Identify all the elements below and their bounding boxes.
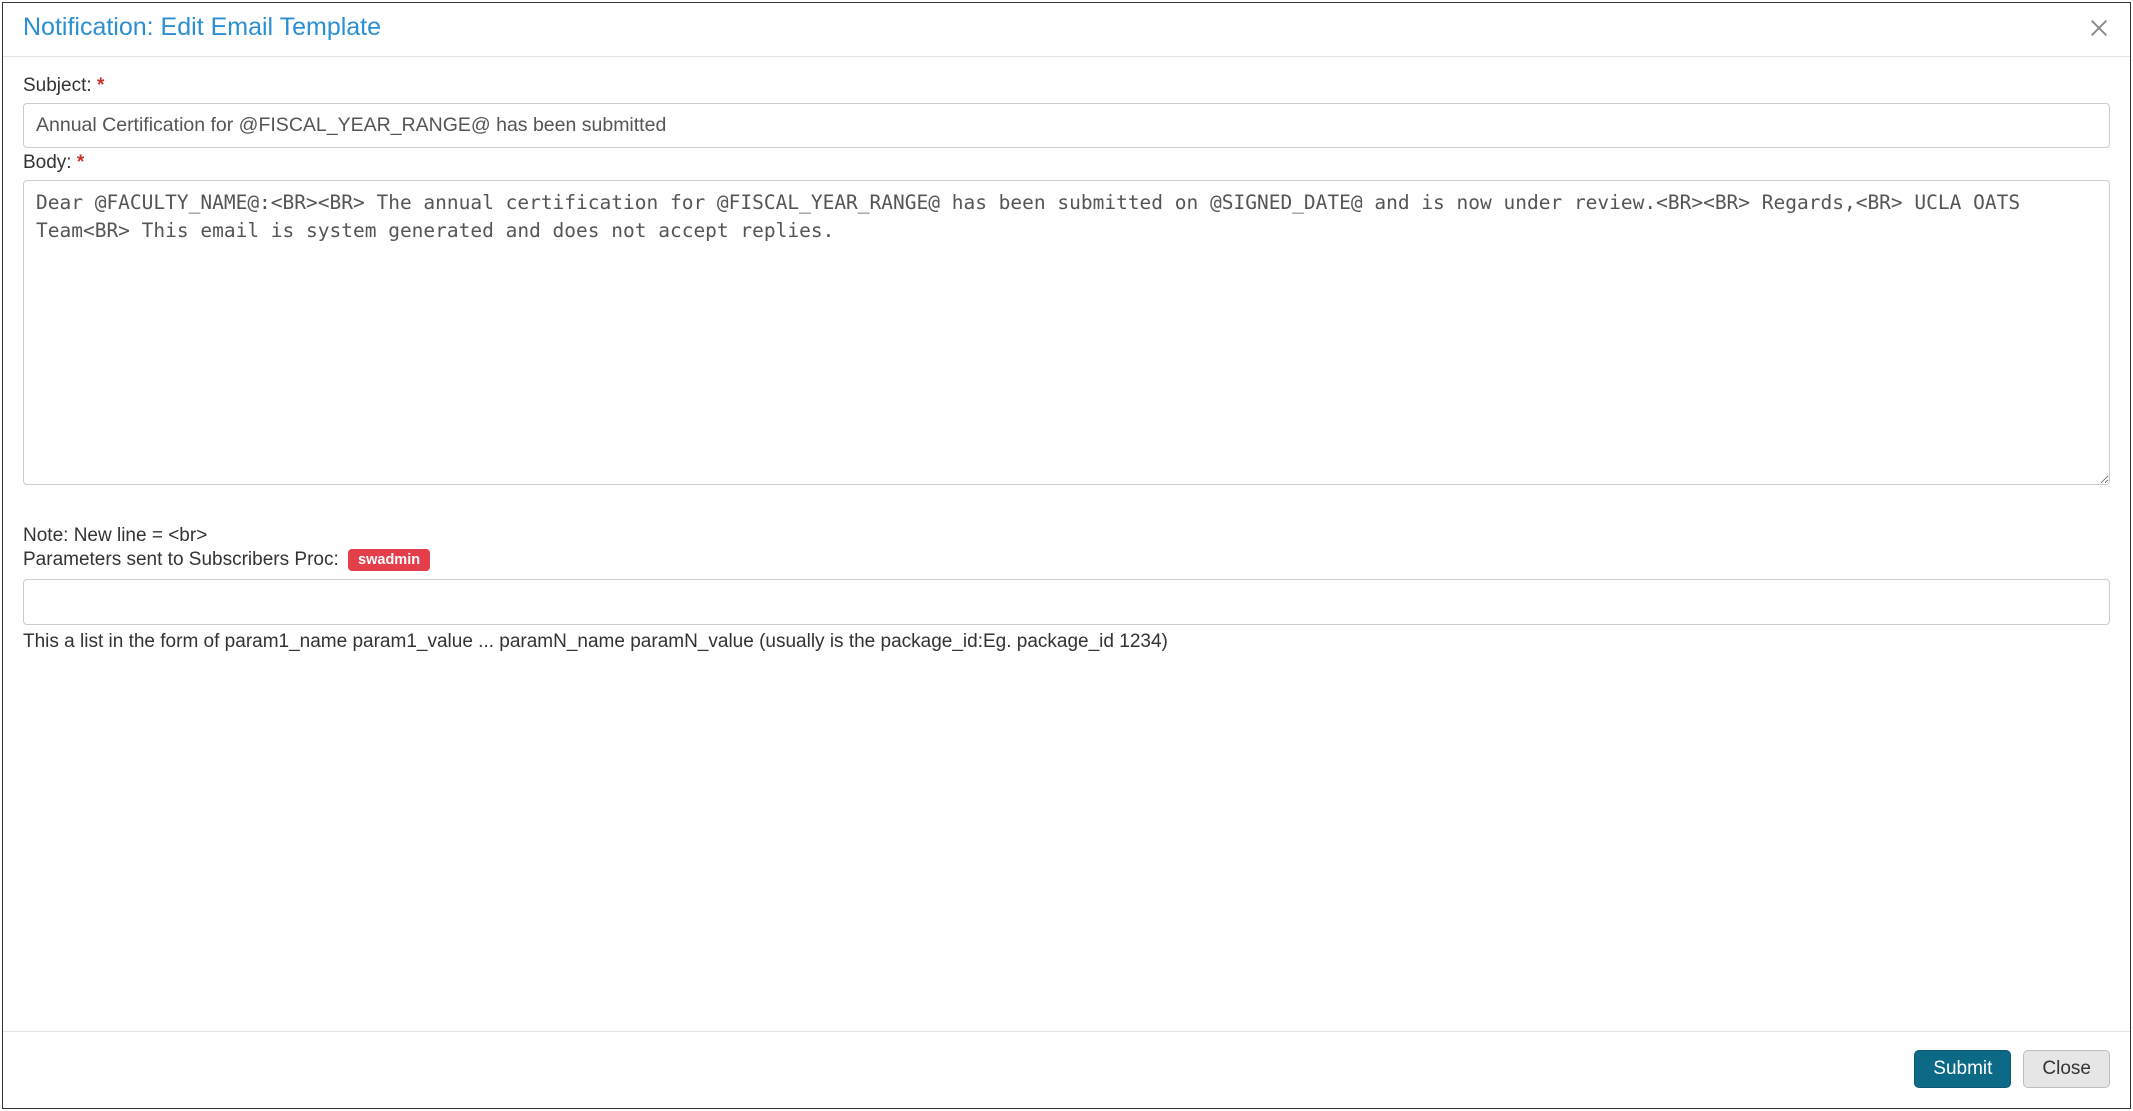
modal-footer: Submit Close [3,1031,2130,1108]
body-label: Body: * [23,152,84,174]
close-icon[interactable] [2088,17,2110,39]
required-marker: * [77,152,84,173]
params-help-text: This a list in the form of param1_name p… [23,631,2110,653]
params-input[interactable] [23,579,2110,624]
params-label-line: Parameters sent to Subscribers Proc: swa… [23,549,2110,571]
swadmin-badge: swadmin [348,549,430,571]
body-textarea[interactable] [23,180,2110,485]
required-marker: * [97,75,104,96]
close-button[interactable]: Close [2023,1050,2110,1088]
params-label: Parameters sent to Subscribers Proc: [23,549,339,570]
modal-header: Notification: Edit Email Template [3,3,2130,57]
body-group: Body: * [23,152,2110,485]
edit-email-template-modal: Notification: Edit Email Template Subjec… [2,2,2131,1109]
modal-body: Subject: * Body: * Note: New line = <br>… [3,57,2130,1031]
subject-label-text: Subject: [23,75,92,96]
submit-button[interactable]: Submit [1914,1050,2011,1088]
body-label-text: Body: [23,152,72,173]
subject-group: Subject: * [23,75,2110,148]
modal-title: Notification: Edit Email Template [23,13,381,42]
subject-input[interactable] [23,103,2110,148]
subject-label: Subject: * [23,75,104,97]
note-text: Note: New line = <br> [23,525,2110,547]
